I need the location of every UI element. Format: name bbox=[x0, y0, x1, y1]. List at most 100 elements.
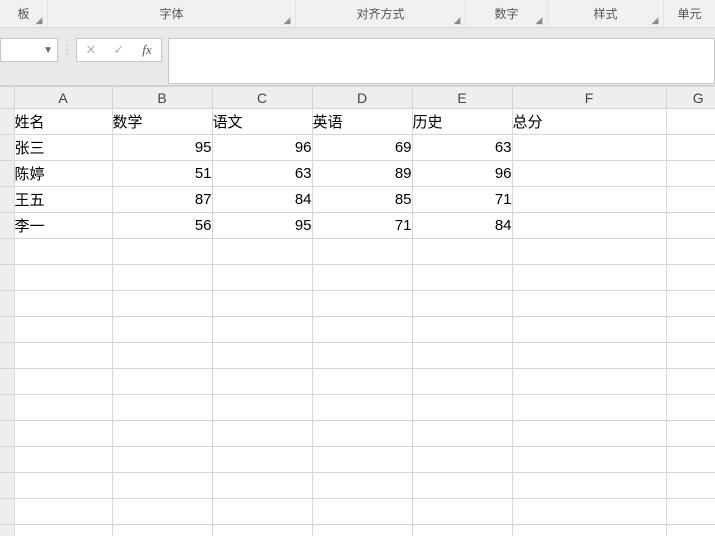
cell[interactable] bbox=[312, 473, 412, 499]
dialog-launcher-icon[interactable]: ◢ bbox=[650, 15, 660, 25]
cell[interactable] bbox=[14, 291, 112, 317]
row-header[interactable] bbox=[0, 343, 14, 369]
cell[interactable] bbox=[512, 213, 666, 239]
cell[interactable] bbox=[412, 239, 512, 265]
cell[interactable] bbox=[666, 161, 715, 187]
cell[interactable] bbox=[14, 421, 112, 447]
cell[interactable] bbox=[312, 369, 412, 395]
cell[interactable] bbox=[14, 395, 112, 421]
row-header[interactable] bbox=[0, 161, 14, 187]
cell[interactable]: 95 bbox=[112, 135, 212, 161]
cell[interactable] bbox=[212, 395, 312, 421]
cell[interactable] bbox=[666, 369, 715, 395]
cell[interactable]: 63 bbox=[412, 135, 512, 161]
cell[interactable] bbox=[666, 499, 715, 525]
cancel-icon[interactable]: ✕ bbox=[77, 39, 105, 61]
cell[interactable] bbox=[212, 447, 312, 473]
cell[interactable] bbox=[212, 525, 312, 536]
row-header[interactable] bbox=[0, 499, 14, 525]
column-header-C[interactable]: C bbox=[212, 87, 312, 109]
cell[interactable]: 姓名 bbox=[14, 109, 112, 135]
cell[interactable]: 85 bbox=[312, 187, 412, 213]
cell[interactable] bbox=[412, 265, 512, 291]
cell[interactable]: 张三 bbox=[14, 135, 112, 161]
cell[interactable]: 历史 bbox=[412, 109, 512, 135]
cell[interactable] bbox=[512, 265, 666, 291]
dialog-launcher-icon[interactable]: ◢ bbox=[534, 15, 544, 25]
cell[interactable] bbox=[14, 317, 112, 343]
cell[interactable]: 71 bbox=[412, 187, 512, 213]
cell[interactable] bbox=[512, 473, 666, 499]
cell[interactable] bbox=[112, 369, 212, 395]
cell[interactable] bbox=[112, 499, 212, 525]
cell[interactable]: 95 bbox=[212, 213, 312, 239]
cell[interactable]: 87 bbox=[112, 187, 212, 213]
column-header-F[interactable]: F bbox=[512, 87, 666, 109]
cell[interactable] bbox=[512, 291, 666, 317]
cell[interactable] bbox=[666, 525, 715, 536]
cell[interactable] bbox=[212, 421, 312, 447]
cell[interactable] bbox=[666, 447, 715, 473]
row-header[interactable] bbox=[0, 109, 14, 135]
cell[interactable] bbox=[666, 265, 715, 291]
cell[interactable] bbox=[512, 369, 666, 395]
row-header[interactable] bbox=[0, 187, 14, 213]
cell[interactable] bbox=[112, 525, 212, 536]
cell[interactable]: 84 bbox=[212, 187, 312, 213]
cell[interactable] bbox=[112, 317, 212, 343]
cell[interactable] bbox=[112, 291, 212, 317]
cell[interactable] bbox=[512, 525, 666, 536]
column-header-B[interactable]: B bbox=[112, 87, 212, 109]
cell[interactable] bbox=[212, 265, 312, 291]
cell[interactable] bbox=[14, 343, 112, 369]
cell[interactable] bbox=[14, 525, 112, 536]
cell[interactable] bbox=[666, 343, 715, 369]
cell[interactable] bbox=[512, 317, 666, 343]
cell[interactable]: 语文 bbox=[212, 109, 312, 135]
cell[interactable] bbox=[412, 499, 512, 525]
column-header-A[interactable]: A bbox=[14, 87, 112, 109]
cell[interactable] bbox=[666, 239, 715, 265]
cell[interactable] bbox=[512, 395, 666, 421]
row-header[interactable] bbox=[0, 239, 14, 265]
cell[interactable] bbox=[212, 369, 312, 395]
cell[interactable] bbox=[312, 265, 412, 291]
cell[interactable] bbox=[312, 343, 412, 369]
cell[interactable] bbox=[112, 239, 212, 265]
cell[interactable] bbox=[412, 317, 512, 343]
row-header[interactable] bbox=[0, 447, 14, 473]
cell[interactable]: 李一 bbox=[14, 213, 112, 239]
cell[interactable] bbox=[312, 525, 412, 536]
row-header[interactable] bbox=[0, 369, 14, 395]
row-header[interactable] bbox=[0, 291, 14, 317]
cell[interactable] bbox=[512, 239, 666, 265]
cell[interactable] bbox=[412, 369, 512, 395]
cell[interactable] bbox=[112, 473, 212, 499]
column-header-D[interactable]: D bbox=[312, 87, 412, 109]
row-header[interactable] bbox=[0, 265, 14, 291]
cell[interactable]: 71 bbox=[312, 213, 412, 239]
cell[interactable]: 56 bbox=[112, 213, 212, 239]
cell[interactable] bbox=[312, 421, 412, 447]
cell[interactable] bbox=[112, 265, 212, 291]
cell[interactable]: 69 bbox=[312, 135, 412, 161]
cell[interactable]: 63 bbox=[212, 161, 312, 187]
cell[interactable] bbox=[666, 317, 715, 343]
cell[interactable] bbox=[212, 239, 312, 265]
cell[interactable] bbox=[312, 395, 412, 421]
cell[interactable]: 51 bbox=[112, 161, 212, 187]
insert-function-button[interactable]: fx bbox=[133, 39, 161, 61]
row-header[interactable] bbox=[0, 473, 14, 499]
name-box[interactable]: ▼ bbox=[0, 38, 58, 62]
chevron-down-icon[interactable]: ▼ bbox=[43, 45, 53, 56]
cell[interactable] bbox=[212, 317, 312, 343]
cell[interactable]: 96 bbox=[412, 161, 512, 187]
cell[interactable] bbox=[212, 473, 312, 499]
cell[interactable] bbox=[666, 421, 715, 447]
row-header[interactable] bbox=[0, 421, 14, 447]
cell[interactable]: 陈婷 bbox=[14, 161, 112, 187]
cell[interactable] bbox=[512, 499, 666, 525]
spreadsheet-grid[interactable]: A B C D E F G 姓名 数学 语文 英语 历史 总分 bbox=[0, 86, 715, 536]
row-header[interactable] bbox=[0, 135, 14, 161]
cell[interactable] bbox=[14, 499, 112, 525]
